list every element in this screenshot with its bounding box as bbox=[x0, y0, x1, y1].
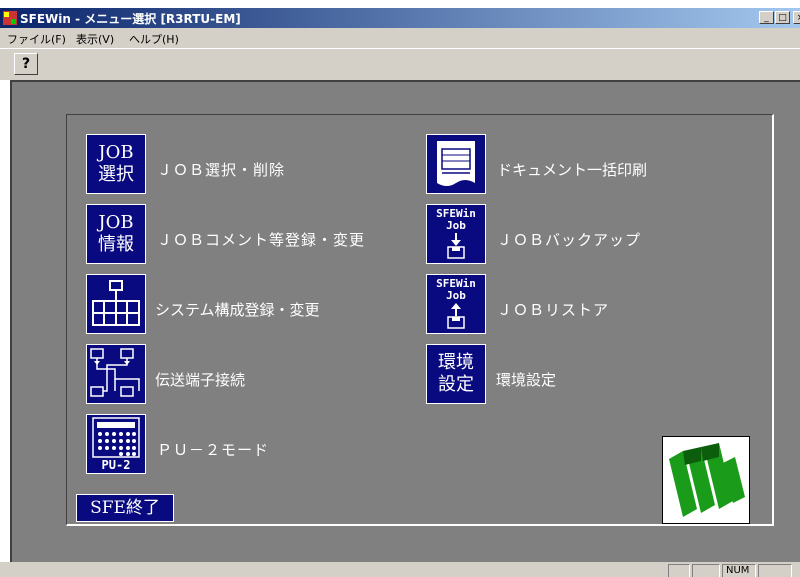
pu2-mode-button[interactable]: PU-2 bbox=[86, 414, 146, 474]
job-select-icon-line1: JOB bbox=[98, 142, 134, 163]
pu2-icon-caption: PU-2 bbox=[101, 458, 131, 472]
app-icon[interactable] bbox=[3, 11, 17, 25]
menu-help[interactable]: ヘルプ(H) bbox=[129, 31, 179, 47]
job-select-button[interactable]: JOB 選択 bbox=[86, 134, 146, 194]
toolbar: ? bbox=[0, 48, 800, 80]
sfe-exit-button[interactable]: SFE終了 bbox=[76, 494, 174, 522]
minimize-button[interactable]: _ bbox=[759, 11, 774, 24]
job-info-icon-line1: JOB bbox=[98, 212, 134, 233]
job-info-icon-line2: 情報 bbox=[98, 234, 134, 255]
environment-settings-label[interactable]: 環境設定 bbox=[496, 369, 556, 390]
document-print-button[interactable] bbox=[426, 134, 486, 194]
company-logo bbox=[662, 436, 750, 524]
system-config-icon bbox=[92, 280, 140, 326]
down-arrow-disk-icon bbox=[447, 233, 465, 259]
env-icon-line2: 設定 bbox=[438, 374, 474, 395]
document-icon bbox=[437, 141, 475, 186]
network-connection-icon bbox=[90, 348, 140, 397]
menu-view[interactable]: 表示(V) bbox=[76, 31, 114, 47]
job-info-button[interactable]: JOB 情報 bbox=[86, 204, 146, 264]
status-pane-2 bbox=[692, 564, 720, 577]
job-info-label[interactable]: ＪＯＢコメント等登録・変更 bbox=[157, 229, 365, 250]
status-bar: NUM bbox=[0, 562, 800, 577]
system-config-button[interactable] bbox=[86, 274, 146, 334]
status-pane-4 bbox=[758, 564, 792, 577]
title-bar[interactable]: SFEWin - メニュー選択 [R3RTU-EM] _ □ × bbox=[0, 8, 800, 28]
job-backup-label[interactable]: ＪＯＢバックアップ bbox=[497, 229, 641, 250]
logo-mark-icon bbox=[669, 443, 745, 517]
job-select-label[interactable]: ＪＯＢ選択・削除 bbox=[157, 159, 285, 180]
close-button[interactable]: × bbox=[793, 11, 800, 24]
restore-icon-line2: Job bbox=[446, 289, 466, 302]
transmission-connect-button[interactable] bbox=[86, 344, 146, 404]
job-restore-button[interactable]: SFEWin Job bbox=[426, 274, 486, 334]
menu-bar: ファイル(F) 表示(V) ヘルプ(H) bbox=[0, 28, 800, 48]
document-print-label[interactable]: ドキュメント一括印刷 bbox=[497, 159, 647, 180]
help-button[interactable]: ? bbox=[14, 53, 38, 75]
window-title: SFEWin - メニュー選択 [R3RTU-EM] bbox=[20, 12, 241, 26]
env-icon-line1: 環境 bbox=[438, 352, 474, 373]
job-restore-label[interactable]: ＪＯＢリストア bbox=[497, 299, 609, 320]
num-lock-indicator: NUM bbox=[722, 564, 756, 577]
job-backup-button[interactable]: SFEWin Job bbox=[426, 204, 486, 264]
system-config-label[interactable]: システム構成登録・変更 bbox=[155, 299, 320, 320]
pu2-mode-label[interactable]: ＰＵ－２モード bbox=[157, 439, 269, 460]
status-pane-1 bbox=[668, 564, 690, 577]
job-select-icon-line2: 選択 bbox=[98, 164, 134, 185]
maximize-button[interactable]: □ bbox=[775, 11, 790, 24]
menu-file[interactable]: ファイル(F) bbox=[7, 31, 66, 47]
application-window: SFEWin - メニュー選択 [R3RTU-EM] _ □ × ファイル(F)… bbox=[0, 0, 800, 577]
transmission-connect-label[interactable]: 伝送端子接続 bbox=[155, 369, 245, 390]
backup-icon-line2: Job bbox=[446, 219, 466, 232]
calculator-icon bbox=[92, 417, 140, 458]
environment-settings-button[interactable]: 環境 設定 bbox=[426, 344, 486, 404]
up-arrow-disk-icon bbox=[447, 303, 465, 329]
